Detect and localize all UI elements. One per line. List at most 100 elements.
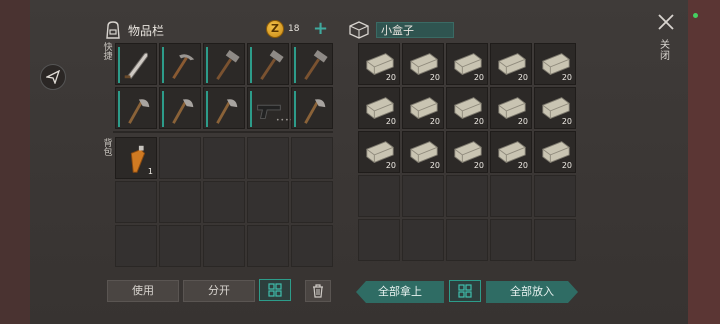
navigate-arrow-button[interactable] [40, 64, 66, 90]
backpack-slot[interactable] [291, 137, 333, 179]
sort-inventory-button[interactable] [259, 279, 291, 301]
container-slot[interactable]: 20 [534, 87, 576, 129]
container-slot[interactable]: 20 [358, 87, 400, 129]
backpack-slot[interactable] [115, 181, 157, 223]
container-slot[interactable]: 20 [490, 131, 532, 173]
container-slot[interactable] [358, 175, 400, 217]
container-slot[interactable]: 20 [402, 131, 444, 173]
right-backdrop [688, 0, 720, 324]
container-slot[interactable] [490, 175, 532, 217]
container-slot[interactable]: 20 [534, 43, 576, 85]
quick-slot[interactable] [291, 43, 333, 85]
slot-quantity: 20 [561, 73, 572, 82]
slot-quantity: 20 [561, 161, 572, 170]
slot-quantity: 20 [385, 161, 396, 170]
container-slot[interactable]: 20 [446, 43, 488, 85]
slot-quantity: 20 [473, 73, 484, 82]
backpack-slot[interactable] [159, 181, 201, 223]
container-slot[interactable]: 20 [490, 87, 532, 129]
backpack-slot[interactable] [247, 137, 289, 179]
coin-icon: Z [266, 20, 284, 38]
split-button[interactable]: 分开 [183, 280, 255, 302]
container-slot[interactable] [534, 219, 576, 261]
hatchet-icon [172, 99, 194, 124]
quick-slot[interactable] [115, 43, 157, 85]
slot-quantity: 20 [385, 73, 396, 82]
container-slot[interactable] [446, 219, 488, 261]
slot-quantity: 20 [517, 117, 528, 126]
container-slot[interactable] [402, 219, 444, 261]
grid-sort-icon [458, 284, 472, 298]
hammer-icon [304, 49, 328, 80]
slot-quantity: 20 [517, 161, 528, 170]
send-arrow-icon [46, 70, 60, 84]
close-icon [658, 14, 674, 30]
quick-slot[interactable] [203, 87, 245, 129]
backpack-slot[interactable] [203, 181, 245, 223]
quick-slot[interactable] [247, 43, 289, 85]
grid-sort-icon [268, 283, 282, 297]
pickaxe-icon [172, 54, 195, 79]
backpack-slot[interactable] [159, 137, 201, 179]
container-slot[interactable]: 20 [402, 87, 444, 129]
left-backdrop [0, 0, 30, 324]
hammer-icon [216, 49, 240, 80]
add-coins-button[interactable]: + [313, 18, 328, 39]
container-slot[interactable] [534, 175, 576, 217]
inventory-title: 物品栏 [128, 23, 165, 38]
slot-quantity: 20 [473, 161, 484, 170]
trash-button[interactable] [305, 280, 331, 302]
hatchet-icon [128, 99, 150, 124]
hatchet-icon [216, 99, 238, 124]
put-all-button[interactable]: 全部放入 [486, 281, 578, 303]
status-dot [693, 13, 698, 18]
backpack-slot[interactable] [247, 225, 289, 267]
container-slot[interactable] [490, 219, 532, 261]
machete-icon [124, 52, 149, 79]
container-slot[interactable]: 20 [446, 87, 488, 129]
box-icon [349, 21, 369, 39]
container-slot[interactable] [446, 175, 488, 217]
quick-slot[interactable] [159, 43, 201, 85]
backpack-slot[interactable] [159, 225, 201, 267]
backpack-label: 背包 [103, 139, 113, 158]
slot-quantity: 20 [429, 117, 440, 126]
backpack-slot[interactable] [203, 137, 245, 179]
close-button[interactable] [656, 12, 678, 34]
container-slot[interactable]: 20 [402, 43, 444, 85]
container-slot[interactable]: 20 [446, 131, 488, 173]
slot-quantity: 20 [429, 161, 440, 170]
quick-slot[interactable] [291, 87, 333, 129]
container-slot[interactable]: 20 [534, 131, 576, 173]
slot-quantity: 20 [561, 117, 572, 126]
slot-quantity: 20 [517, 73, 528, 82]
quick-slot[interactable]: •••• [247, 87, 293, 129]
container-slot[interactable] [402, 175, 444, 217]
slot-quantity: 1 [147, 167, 153, 176]
backpack-slot[interactable] [115, 225, 157, 267]
container-name: 小盒子 [376, 22, 454, 38]
grid-divider [113, 131, 333, 133]
backpack-slot[interactable] [291, 225, 333, 267]
quick-slot[interactable] [159, 87, 201, 129]
backpack-slot[interactable]: 1 [115, 137, 157, 179]
container-header: 小盒子 [348, 18, 454, 42]
quick-slots-label: 快捷 [103, 43, 113, 62]
container-slot[interactable] [358, 219, 400, 261]
slot-quantity: 20 [429, 73, 440, 82]
container-slot[interactable]: 20 [490, 43, 532, 85]
use-button[interactable]: 使用 [107, 280, 179, 302]
slot-quantity: 20 [385, 117, 396, 126]
trash-icon [313, 284, 323, 298]
backpack-slot[interactable] [291, 181, 333, 223]
backpack-icon [106, 21, 120, 39]
backpack-slot[interactable] [203, 225, 245, 267]
backpack-slot[interactable] [247, 181, 289, 223]
container-slot[interactable]: 20 [358, 43, 400, 85]
quick-slot[interactable] [203, 43, 245, 85]
quick-slot[interactable] [115, 87, 157, 129]
take-all-button[interactable]: 全部拿上 [356, 281, 444, 303]
inventory-header: 物品栏 [104, 18, 164, 42]
sort-container-button[interactable] [449, 280, 481, 302]
container-slot[interactable]: 20 [358, 131, 400, 173]
